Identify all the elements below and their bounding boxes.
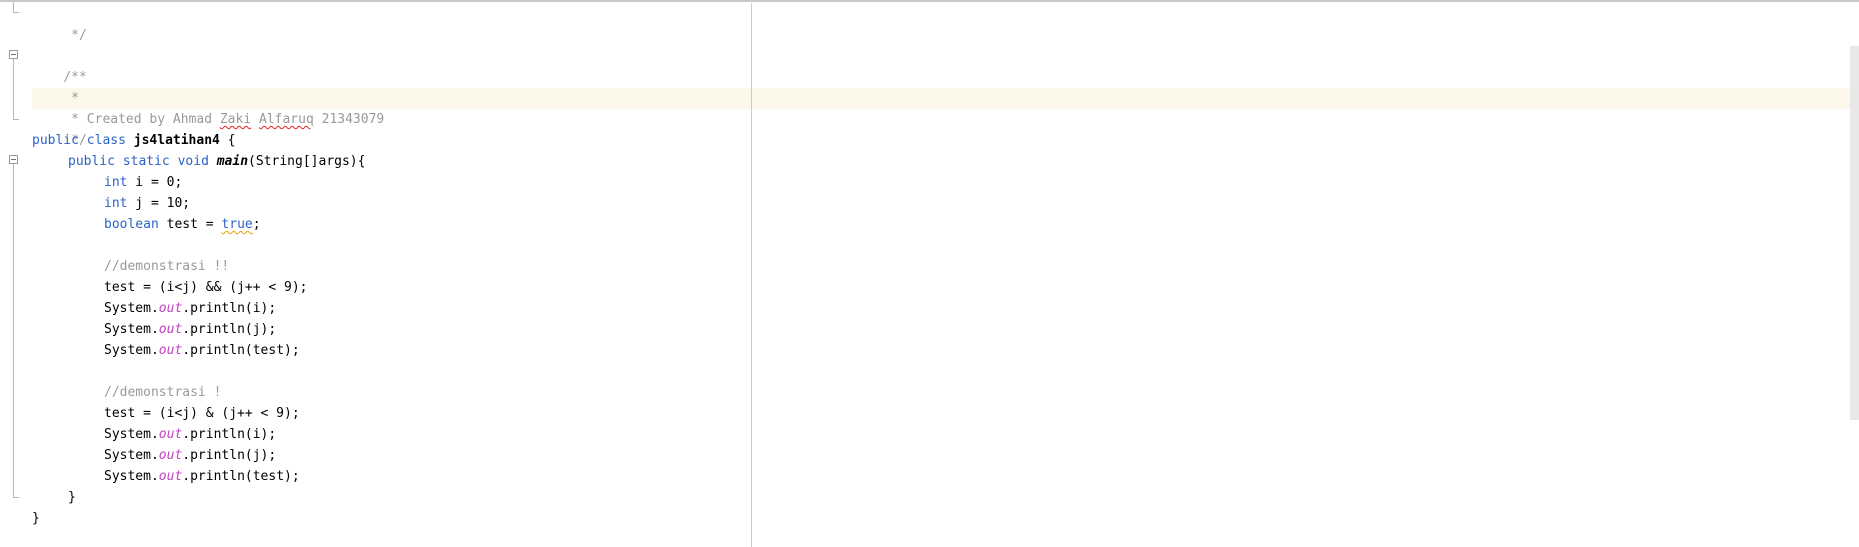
code-line: int j = 10; <box>32 193 190 214</box>
keyword: static <box>122 154 170 169</box>
static-field: out <box>158 469 183 484</box>
code-line: public class js4latihan4 { <box>32 130 236 151</box>
code-line: test = (i<j) & (j++ < 9); <box>32 403 300 424</box>
editor-top-border <box>0 0 1859 2</box>
static-field: out <box>158 427 183 442</box>
keyword: class <box>86 133 126 148</box>
code-text: System. <box>104 448 159 463</box>
static-field: out <box>158 448 183 463</box>
fold-guide-line <box>13 2 14 12</box>
closing-brace: } <box>32 511 40 526</box>
code-text: i = 0; <box>127 175 183 190</box>
spelling-flagged-word: Zaki <box>219 112 252 127</box>
fold-end-marker <box>13 497 19 498</box>
code-line: test = (i<j) && (j++ < 9); <box>32 277 308 298</box>
code-line: System.out.println(test); <box>32 340 300 361</box>
code-text: { <box>219 133 236 148</box>
code-line: int i = 0; <box>32 172 182 193</box>
static-field: out <box>158 301 183 316</box>
code-line: //demonstrasi !! <box>32 256 229 277</box>
method-name: main <box>216 154 249 169</box>
keyword: void <box>177 154 209 169</box>
static-field: out <box>158 322 183 337</box>
class-name: js4latihan4 <box>133 133 220 148</box>
fold-gutter <box>0 2 30 547</box>
fold-guide-line <box>13 164 14 497</box>
spelling-flagged-word: Alfaruq <box>259 112 314 127</box>
code-editor[interactable]: */ /** * * Created by Ahmad Zaki Alfaruq… <box>0 0 1859 547</box>
code-text: System. <box>104 343 159 358</box>
code-text: .println(test); <box>182 469 300 484</box>
code-text: System. <box>104 427 159 442</box>
fold-end-marker <box>13 119 19 120</box>
code-line: */ <box>32 4 87 43</box>
keyword: boolean <box>104 217 159 232</box>
code-line: System.out.println(j); <box>32 445 276 466</box>
code-line: public static void main(String[]args){ <box>32 151 365 172</box>
code-line: System.out.println(i); <box>32 424 276 445</box>
code-line: } <box>32 508 40 529</box>
code-text: .println(i); <box>182 427 277 442</box>
comment-text: 21343079 <box>313 112 385 127</box>
comment-text: */ <box>63 28 87 43</box>
line-comment: //demonstrasi !! <box>104 259 230 274</box>
fold-guide-line <box>13 59 14 119</box>
code-text: System. <box>104 301 159 316</box>
fold-end-marker <box>13 12 19 13</box>
code-text: (String[]args){ <box>248 154 366 169</box>
code-line: * <box>32 67 79 106</box>
code-line: */ <box>32 109 87 148</box>
code-text: test = (i<j) & (j++ < 9); <box>104 406 300 421</box>
code-text: .println(j); <box>182 448 277 463</box>
code-text: j = 10; <box>127 196 191 211</box>
right-margin-guide <box>751 3 752 547</box>
vertical-scrollbar[interactable] <box>1850 46 1859 420</box>
code-text: .println(i); <box>182 301 277 316</box>
collapse-method-icon[interactable] <box>9 155 18 164</box>
code-line: System.out.println(test); <box>32 466 300 487</box>
closing-brace: } <box>68 490 76 505</box>
code-text: test = <box>158 217 222 232</box>
code-text: ; <box>252 217 261 232</box>
code-line: System.out.println(j); <box>32 319 276 340</box>
code-text: System. <box>104 322 159 337</box>
code-line: boolean test = true; <box>32 214 261 235</box>
keyword: int <box>104 196 128 211</box>
code-line: } <box>32 487 76 508</box>
code-line: /** <box>32 46 86 85</box>
code-text: System. <box>104 469 159 484</box>
keyword: public <box>68 154 115 169</box>
warning-flagged-literal: true <box>221 217 253 232</box>
code-text: .println(test); <box>182 343 300 358</box>
code-line: System.out.println(i); <box>32 298 276 319</box>
keyword: public <box>32 133 79 148</box>
code-line: //demonstrasi ! <box>32 382 221 403</box>
collapse-javadoc-icon[interactable] <box>9 50 18 59</box>
code-text: .println(j); <box>182 322 277 337</box>
keyword: int <box>104 175 128 190</box>
comment-space <box>251 112 259 127</box>
static-field: out <box>158 343 183 358</box>
code-text: test = (i<j) && (j++ < 9); <box>104 280 308 295</box>
line-comment: //demonstrasi ! <box>104 385 222 400</box>
code-line-current: * Created by Ahmad Zaki Alfaruq 21343079 <box>32 88 384 127</box>
